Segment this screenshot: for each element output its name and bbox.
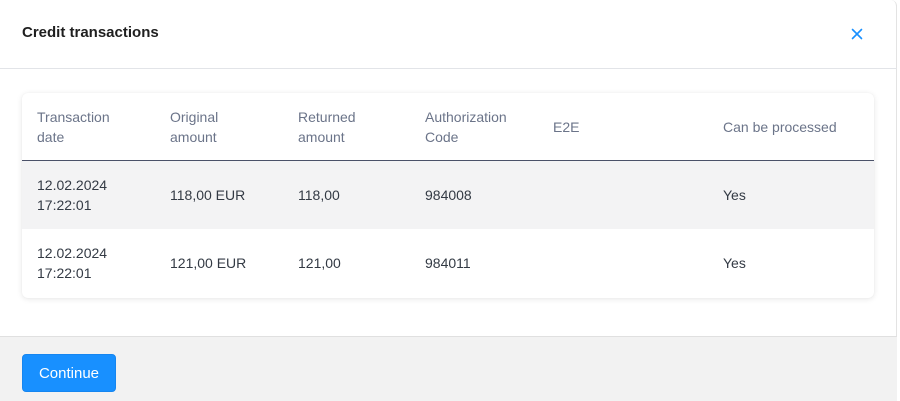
column-header-transaction-date[interactable]: Transaction date [37,107,110,147]
cell-original-amount: 118,00 EUR [170,187,246,203]
column-header-e2e[interactable]: E2E [553,117,579,137]
modal-title: Credit transactions [22,24,159,41]
table-row[interactable]: 12.02.2024 17:22:01 118,00 EUR 118,00 98… [22,161,874,229]
cell-can-be-processed: Yes [723,255,746,271]
cell-authorization-code: 984008 [425,187,472,203]
cell-original-amount: 121,00 EUR [170,255,247,271]
column-header-original-amount[interactable]: Original amount [170,107,218,147]
close-button[interactable] [849,26,865,42]
modal-footer: Continue [0,336,897,401]
credit-transactions-modal: Credit transactions Transaction date Ori… [0,0,897,401]
table-header-row: Transaction date Original amount Returne… [22,93,874,161]
cell-authorization-code: 984011 [425,255,471,271]
cell-returned-amount: 121,00 [298,255,341,271]
table-row[interactable]: 12.02.2024 17:22:01 121,00 EUR 121,00 98… [22,229,874,297]
column-header-authorization-code[interactable]: Authorization Code [425,107,507,147]
cell-transaction-date: 12.02.2024 17:22:01 [37,177,108,213]
cell-returned-amount: 118,00 [298,187,340,203]
transactions-table: Transaction date Original amount Returne… [22,93,874,298]
column-header-returned-amount[interactable]: Returned amount [298,107,356,147]
cell-can-be-processed: Yes [723,187,746,203]
modal-header: Credit transactions [0,0,897,69]
column-header-can-be-processed[interactable]: Can be processed [723,117,837,137]
close-icon [851,28,863,40]
cell-transaction-date: 12.02.2024 17:22:01 [37,245,108,281]
continue-button[interactable]: Continue [22,354,116,392]
